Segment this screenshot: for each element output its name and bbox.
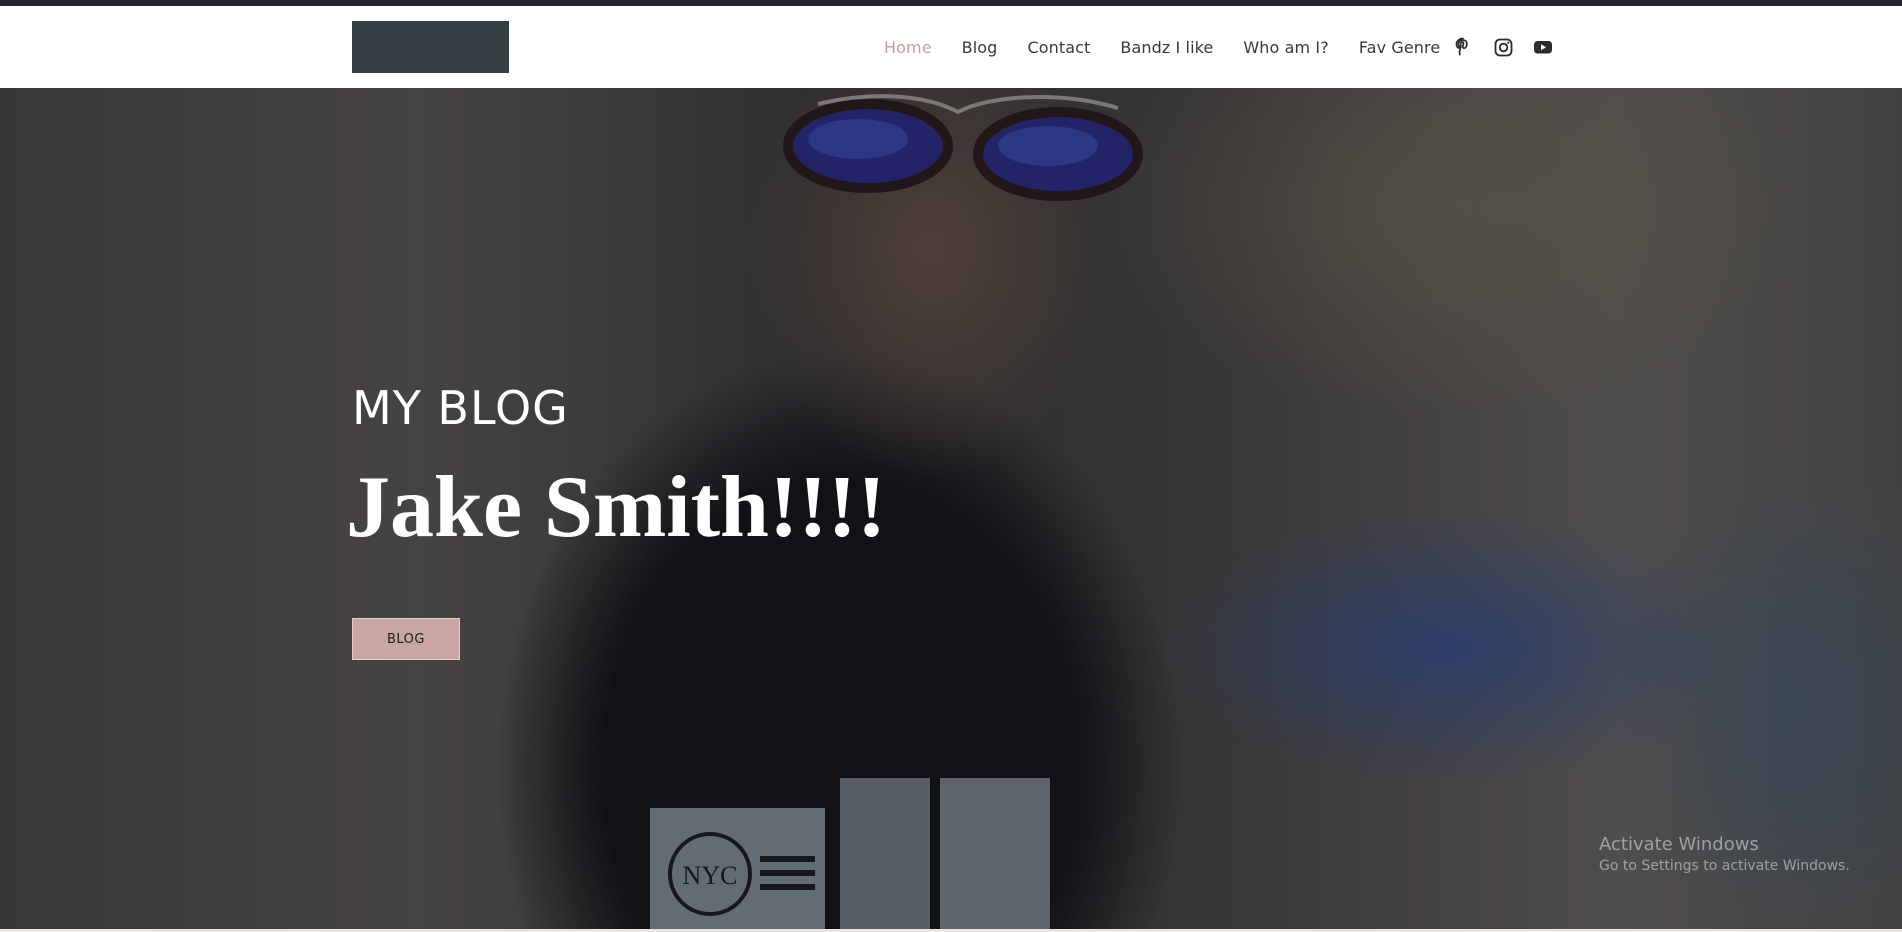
- nav-item-fav-genre[interactable]: Fav Genre: [1359, 38, 1440, 57]
- hero-content: MY BLOG Jake Smith!!!! BLOG: [346, 88, 1052, 929]
- windows-activation-watermark: Activate Windows Go to Settings to activ…: [1599, 834, 1850, 874]
- main-nav: Home Blog Contact Bandz I like Who am I?…: [884, 6, 1470, 88]
- hero-section: NYC MY BLOG Jake Smith!!!! BLOG Activate…: [0, 88, 1902, 929]
- blog-button[interactable]: BLOG: [352, 618, 460, 660]
- social-links: [1453, 6, 1573, 88]
- watermark-title: Activate Windows: [1599, 834, 1759, 855]
- youtube-icon[interactable]: [1533, 37, 1553, 57]
- nav-item-contact[interactable]: Contact: [1027, 38, 1090, 57]
- instagram-icon[interactable]: [1493, 37, 1513, 57]
- nav-item-who-am-i[interactable]: Who am I?: [1243, 38, 1328, 57]
- site-logo[interactable]: [352, 21, 509, 73]
- pinterest-icon[interactable]: [1453, 37, 1473, 57]
- hero-eyebrow: MY BLOG: [352, 381, 569, 435]
- nav-item-blog[interactable]: Blog: [962, 38, 998, 57]
- nav-item-bandz[interactable]: Bandz I like: [1120, 38, 1213, 57]
- site-header: Home Blog Contact Bandz I like Who am I?…: [0, 6, 1902, 88]
- nav-item-home[interactable]: Home: [884, 38, 932, 57]
- hero-title: Jake Smith!!!!: [346, 459, 887, 556]
- watermark-subtitle: Go to Settings to activate Windows.: [1599, 858, 1850, 874]
